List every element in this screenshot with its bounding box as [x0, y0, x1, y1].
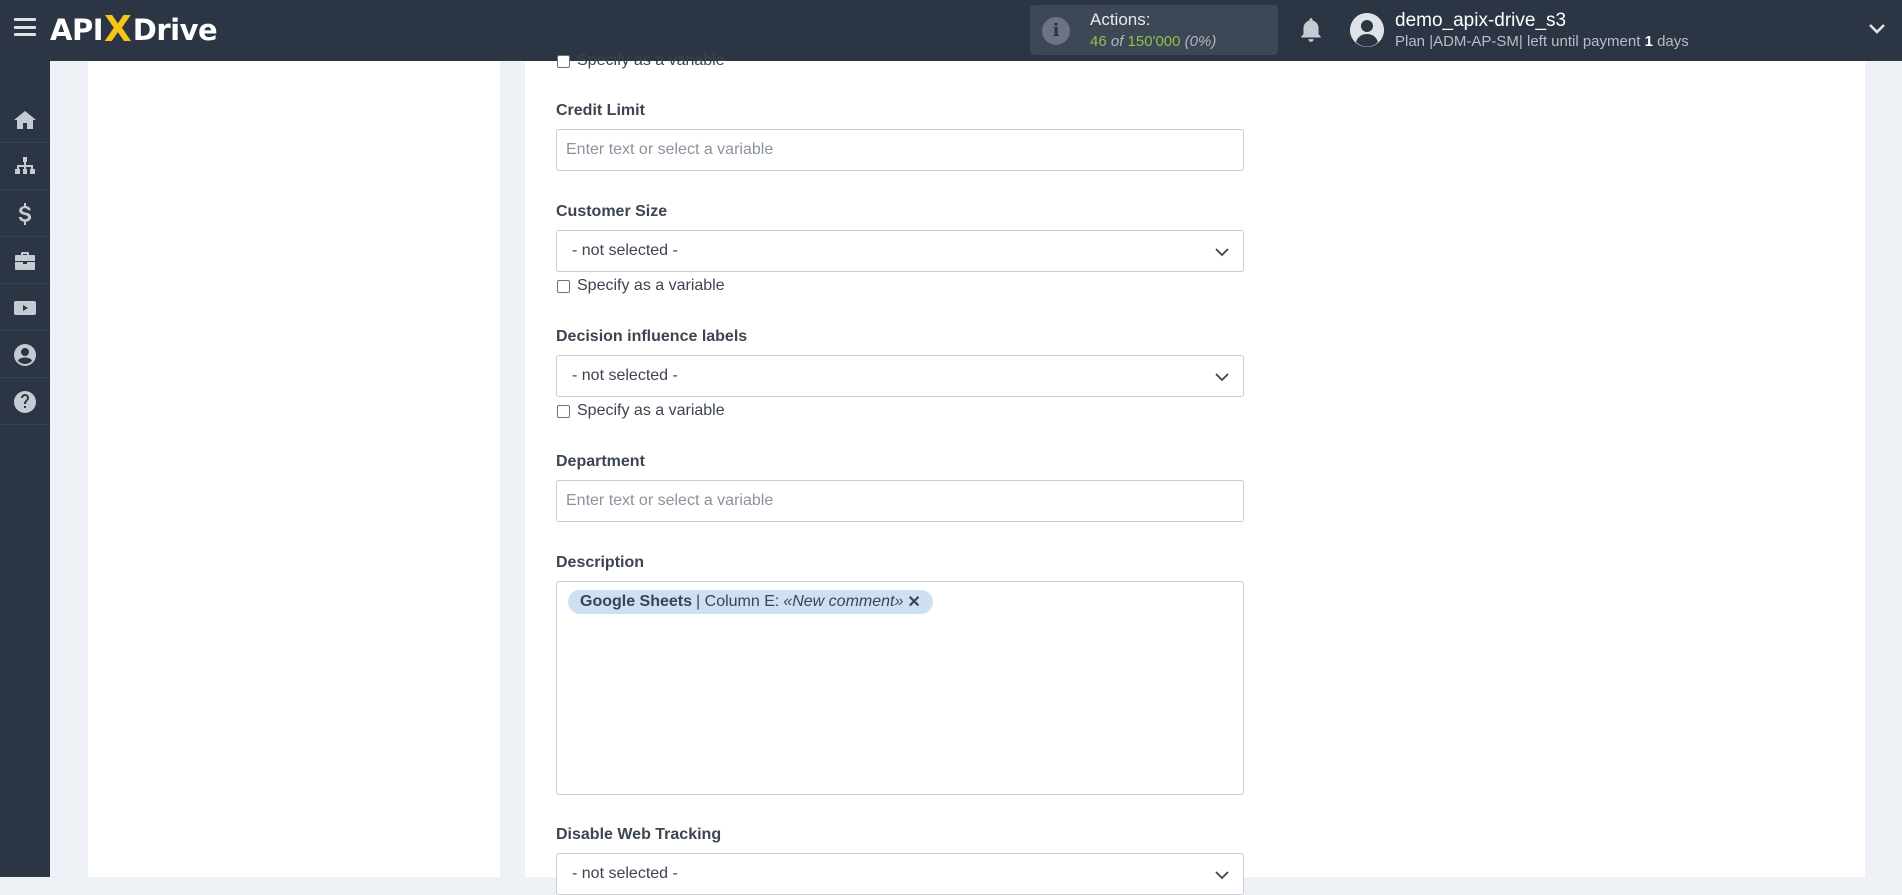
sidebar-item-help[interactable] [0, 379, 50, 425]
description-textarea[interactable]: Google Sheets | Column E: «New comment» … [556, 581, 1244, 795]
top-bar: API X Drive i Actions: 46 of 150'000 (0%… [0, 0, 1902, 61]
actions-label: Actions: [1090, 10, 1151, 29]
plan-days-number: 1 [1644, 33, 1653, 50]
chevron-down-icon [1215, 248, 1229, 257]
plan-text: Plan |ADM-AP-SM| left until payment [1395, 33, 1641, 50]
credit-limit-label: Credit Limit [556, 102, 645, 119]
user-icon [1350, 13, 1384, 47]
disable-web-tracking-value: - not selected - [572, 865, 678, 882]
user-name[interactable]: demo_apix-drive_s3 [1395, 10, 1566, 32]
question-circle-icon [14, 390, 36, 413]
tag-source: Google Sheets [580, 593, 693, 610]
actions-used: 46 [1090, 33, 1107, 50]
logo-text-drive: Drive [132, 13, 218, 47]
sitemap-icon [15, 156, 35, 174]
dollar-icon [18, 202, 32, 225]
checkbox-label: Specify as a variable [577, 402, 725, 419]
home-icon [14, 110, 36, 129]
decision-influence-select[interactable]: - not selected - [556, 355, 1244, 397]
apixdrive-logo[interactable]: API X Drive [50, 9, 218, 50]
chevron-down-icon [1215, 373, 1229, 382]
info-icon: i [1042, 17, 1070, 45]
top-specify-variable-checkbox[interactable]: Specify as a variable [557, 52, 725, 70]
bell-icon[interactable] [1298, 16, 1324, 44]
disable-web-tracking-select[interactable]: - not selected - [556, 853, 1244, 895]
sidebar [0, 61, 50, 877]
credit-limit-input[interactable] [556, 129, 1244, 171]
tag-value: «New comment» [783, 593, 904, 610]
checkbox[interactable] [557, 279, 570, 293]
logo-text-x: X [104, 9, 132, 50]
department-input[interactable] [556, 480, 1244, 522]
checkbox-label: Specify as a variable [577, 277, 725, 294]
customer-size-label: Customer Size [556, 203, 668, 220]
actions-of: of [1110, 33, 1124, 50]
close-icon[interactable]: ✕ [907, 592, 920, 612]
decision-influence-value: - not selected - [572, 367, 678, 384]
user-circle-icon [14, 343, 36, 366]
disable-web-tracking-label: Disable Web Tracking [556, 826, 722, 843]
sidebar-item-connections[interactable] [0, 144, 50, 190]
left-panel [88, 61, 500, 877]
actions-percent: (0%) [1184, 33, 1217, 50]
description-label: Description [556, 554, 645, 571]
sidebar-item-video[interactable] [0, 285, 50, 331]
department-label: Department [556, 453, 645, 470]
user-plan: Plan |ADM-AP-SM| left until payment 1 da… [1395, 33, 1689, 50]
sidebar-item-account[interactable] [0, 332, 50, 378]
checkbox[interactable] [557, 404, 570, 418]
checkbox-label: Specify as a variable [577, 52, 725, 69]
checkbox[interactable] [557, 54, 570, 68]
plan-days-word: days [1657, 33, 1689, 50]
sidebar-item-home[interactable] [0, 97, 50, 143]
sidebar-item-projects[interactable] [0, 238, 50, 284]
actions-counter[interactable]: i Actions: 46 of 150'000 (0%) [1030, 5, 1278, 55]
logo-text-api: API [50, 13, 104, 47]
decision-influence-label: Decision influence labels [556, 328, 748, 345]
chevron-down-icon[interactable] [1868, 22, 1886, 36]
briefcase-icon [15, 251, 35, 270]
sidebar-item-billing[interactable] [0, 191, 50, 237]
customer-size-variable-checkbox[interactable]: Specify as a variable [557, 277, 725, 295]
decision-influence-variable-checkbox[interactable]: Specify as a variable [557, 402, 725, 420]
youtube-icon [14, 300, 36, 315]
menu-icon[interactable] [14, 18, 36, 36]
tag-column: | Column E: [696, 593, 780, 610]
actions-value: 46 of 150'000 (0%) [1090, 33, 1216, 50]
chevron-down-icon [1215, 871, 1229, 880]
variable-tag[interactable]: Google Sheets | Column E: «New comment» … [568, 590, 933, 614]
avatar[interactable] [1350, 13, 1384, 47]
customer-size-value: - not selected - [572, 242, 678, 259]
customer-size-select[interactable]: - not selected - [556, 230, 1244, 272]
actions-total: 150'000 [1127, 33, 1181, 50]
